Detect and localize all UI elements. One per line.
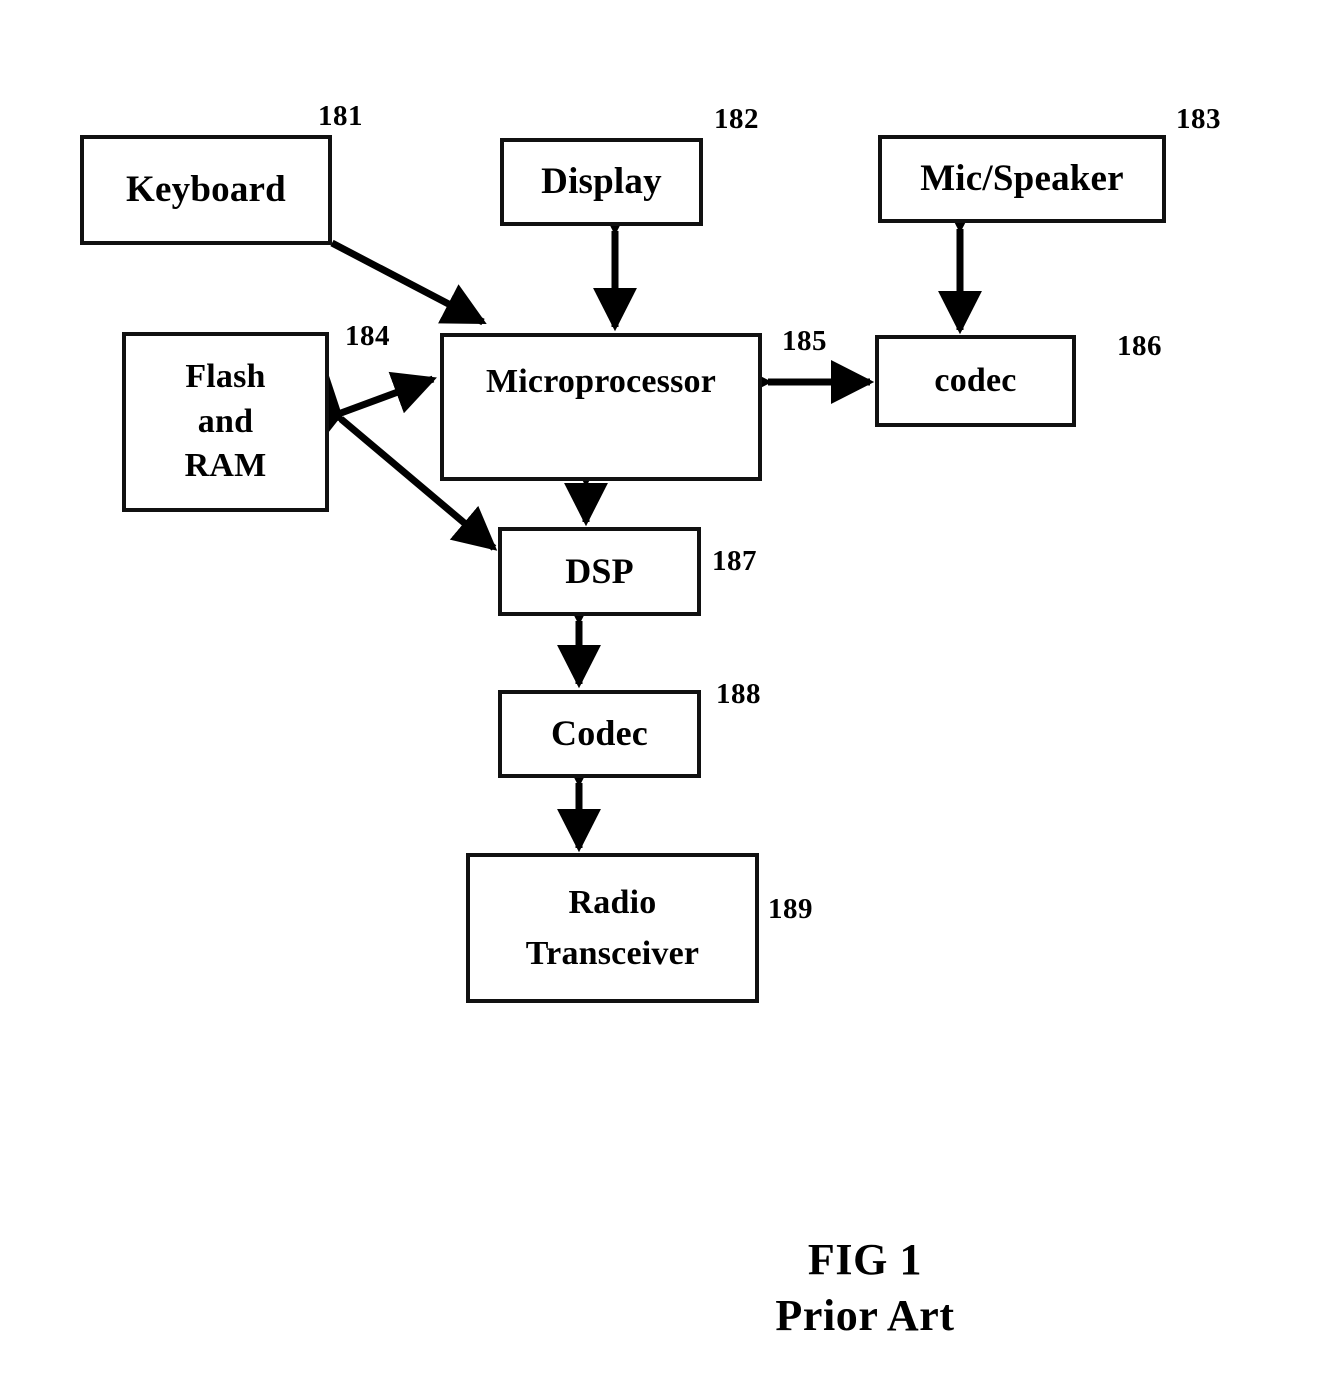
figure-caption-subtitle: Prior Art (775, 1291, 955, 1341)
block-radio-transceiver: Radio Transceiver (466, 853, 759, 1003)
reference-numeral-mic-speaker: 183 (1176, 103, 1221, 135)
reference-numeral-dsp: 187 (712, 545, 757, 577)
block-keyboard-label: Keyboard (126, 168, 286, 210)
block-mic-speaker: Mic/Speaker (878, 135, 1166, 223)
block-keyboard: Keyboard (80, 135, 332, 245)
figure-caption-title: FIG 1 (807, 1235, 923, 1284)
block-flash-and-ram: Flash and RAM (122, 332, 329, 512)
block-codec-radio-label: Codec (551, 713, 648, 754)
connector-keyboard-to-microprocessor (330, 239, 487, 326)
block-microprocessor-label: Microprocessor (485, 363, 717, 400)
reference-numeral-codec-radio: 188 (716, 678, 761, 710)
reference-numeral-flash-and-ram: 184 (345, 320, 390, 352)
reference-numeral-display: 182 (714, 103, 759, 135)
block-codec-audio-label: codec (934, 362, 1017, 400)
figure-caption: FIG 1 Prior Art (660, 1232, 1070, 1345)
block-codec-radio: Codec (498, 690, 701, 778)
block-dsp-label: DSP (565, 550, 634, 591)
block-radio-transceiver-label: Radio Transceiver (525, 884, 700, 972)
block-display-label: Display (541, 160, 662, 202)
block-dsp: DSP (498, 527, 701, 616)
block-flash-and-ram-label: Flash and RAM (184, 357, 267, 485)
connector-flashram-microprocessor (291, 371, 437, 455)
reference-numeral-codec-audio: 186 (1117, 330, 1162, 362)
block-display: Display (500, 138, 703, 226)
reference-numeral-keyboard: 181 (318, 100, 363, 132)
block-microprocessor: Microprocessor (440, 333, 762, 481)
patent-figure-page: Keyboard Display Mic/Speaker Flash and R… (0, 0, 1319, 1390)
block-mic-speaker-label: Mic/Speaker (920, 157, 1124, 199)
reference-numeral-microprocessor: 185 (782, 325, 827, 357)
block-codec-audio: codec (875, 335, 1076, 427)
reference-numeral-radio-transceiver: 189 (768, 893, 813, 925)
